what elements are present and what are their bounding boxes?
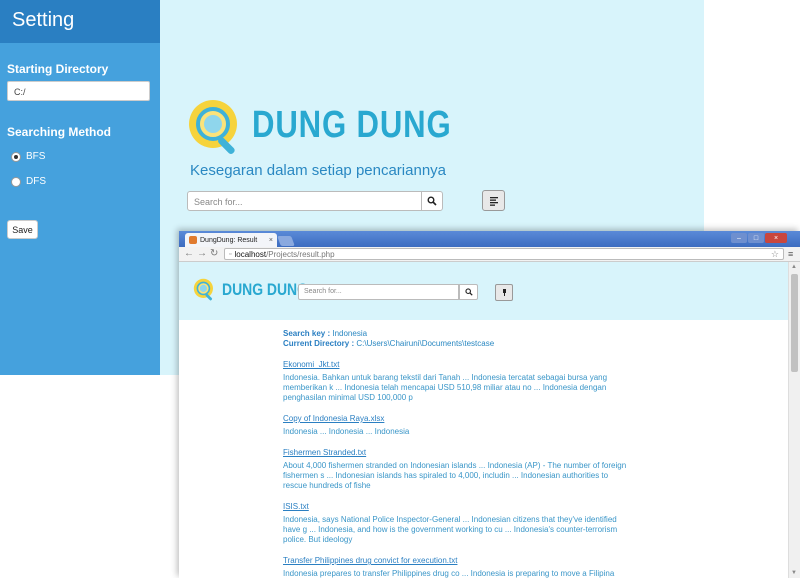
forward-icon[interactable]: → [197,248,207,259]
scroll-up-icon[interactable]: ▲ [791,264,797,270]
radio-dfs[interactable]: DFS [11,176,46,187]
scroll-thumb[interactable] [791,274,798,372]
url-path: /Projects/result.php [266,249,335,259]
vertical-scrollbar[interactable]: ▲ ▼ [788,262,800,578]
minimize-icon[interactable]: – [731,233,747,243]
browser-tab[interactable]: DungDung: Result × [185,233,277,247]
search-key-label: Search key : [283,329,331,338]
brand-title: DUNG DUNG [222,280,308,299]
search-button[interactable] [421,191,443,211]
close-icon[interactable]: × [765,233,787,243]
result-page-header: DUNG DUNG Search for... [179,262,788,320]
lines-icon [502,289,506,296]
magnifier-logo-icon [193,278,213,301]
reload-icon[interactable]: ↻ [210,248,218,259]
tagline: Kesegaran dalam setiap pencariannya [190,162,447,179]
current-directory-value: C:\Users\Chairuni\Documents\testcase [354,339,495,348]
result-snippet: Indonesia ... Indonesia ... Indonesia [283,427,410,436]
menu-button[interactable] [482,190,505,211]
result-item: Transfer Philippines drug convict for ex… [283,556,633,578]
magnifier-logo-icon [189,100,237,154]
result-snippet: Indonesia. Bahkan untuk barang tekstil d… [283,373,608,402]
save-button[interactable]: Save [7,220,38,239]
current-directory-label: Current Directory : [283,339,355,348]
browser-toolbar: ← → ↻ ▫ localhost/Projects/result.php ☆ … [179,247,800,262]
result-link[interactable]: Copy of Indonesia Raya.xlsx [283,414,633,424]
search-key-value: Indonesia [330,329,368,338]
starting-directory-input[interactable]: C:/ [7,81,150,101]
sidebar-title: Setting [0,0,160,43]
search-icon [464,288,473,296]
result-item: Ekonomi_Jkt.txt Indonesia. Bahkan untuk … [283,360,633,403]
searching-method-heading: Searching Method [7,125,112,139]
radio-dfs-label: DFS [26,176,46,187]
new-tab-button[interactable] [277,236,295,246]
result-link[interactable]: Fishermen Stranded.txt [283,448,633,458]
radio-bfs-label: BFS [26,151,46,162]
brand-title: DUNG DUNG [252,104,452,146]
menu-button[interactable] [495,284,513,301]
result-link[interactable]: Transfer Philippines drug convict for ex… [283,556,633,566]
result-item: Copy of Indonesia Raya.xlsx Indonesia ..… [283,414,633,437]
result-snippet: About 4,000 fishermen stranded on Indone… [283,461,627,490]
lines-icon [489,196,498,206]
bookmark-star-icon[interactable]: ☆ [771,249,779,260]
result-item: ISIS.txt Indonesia, says National Police… [283,502,633,545]
page-icon: ▫ [229,250,232,258]
back-icon[interactable]: ← [184,248,194,259]
settings-sidebar: Setting Starting Directory C:/ Searching… [0,0,160,375]
result-snippet: Indonesia prepares to transfer Philippin… [283,569,615,578]
scroll-down-icon[interactable]: ▼ [791,570,797,576]
result-snippet: Indonesia, says National Police Inspecto… [283,515,618,544]
result-link[interactable]: ISIS.txt [283,502,633,512]
tab-close-icon[interactable]: × [269,237,273,244]
search-input[interactable]: Search for... [298,284,459,300]
screen: Setting Starting Directory C:/ Searching… [0,0,800,578]
tab-title: DungDung: Result [200,236,258,244]
maximize-icon[interactable]: □ [748,233,764,243]
radio-bfs[interactable]: BFS [11,151,45,162]
url-host: localhost [234,249,267,259]
result-link[interactable]: Ekonomi_Jkt.txt [283,360,633,370]
current-directory-line: Current Directory : C:\Users\Chairuni\Do… [283,339,633,349]
starting-directory-heading: Starting Directory [7,62,109,76]
search-results: Search key : Indonesia Current Directory… [283,329,633,578]
search-input[interactable]: Search for... [187,191,422,211]
search-button[interactable] [459,284,478,300]
browser-titlebar: DungDung: Result × – □ × [179,231,800,247]
radio-button-unchecked[interactable] [11,176,21,187]
radio-button-checked[interactable] [11,151,21,162]
browser-window: DungDung: Result × – □ × ← → ↻ ▫ localho… [179,231,800,578]
address-bar[interactable]: ▫ localhost/Projects/result.php ☆ [224,248,784,260]
browser-menu-icon[interactable]: ≡ [788,249,793,259]
search-key-line: Search key : Indonesia [283,329,633,339]
search-icon [427,196,437,206]
favicon-icon [189,236,197,244]
result-item: Fishermen Stranded.txt About 4,000 fishe… [283,448,633,491]
